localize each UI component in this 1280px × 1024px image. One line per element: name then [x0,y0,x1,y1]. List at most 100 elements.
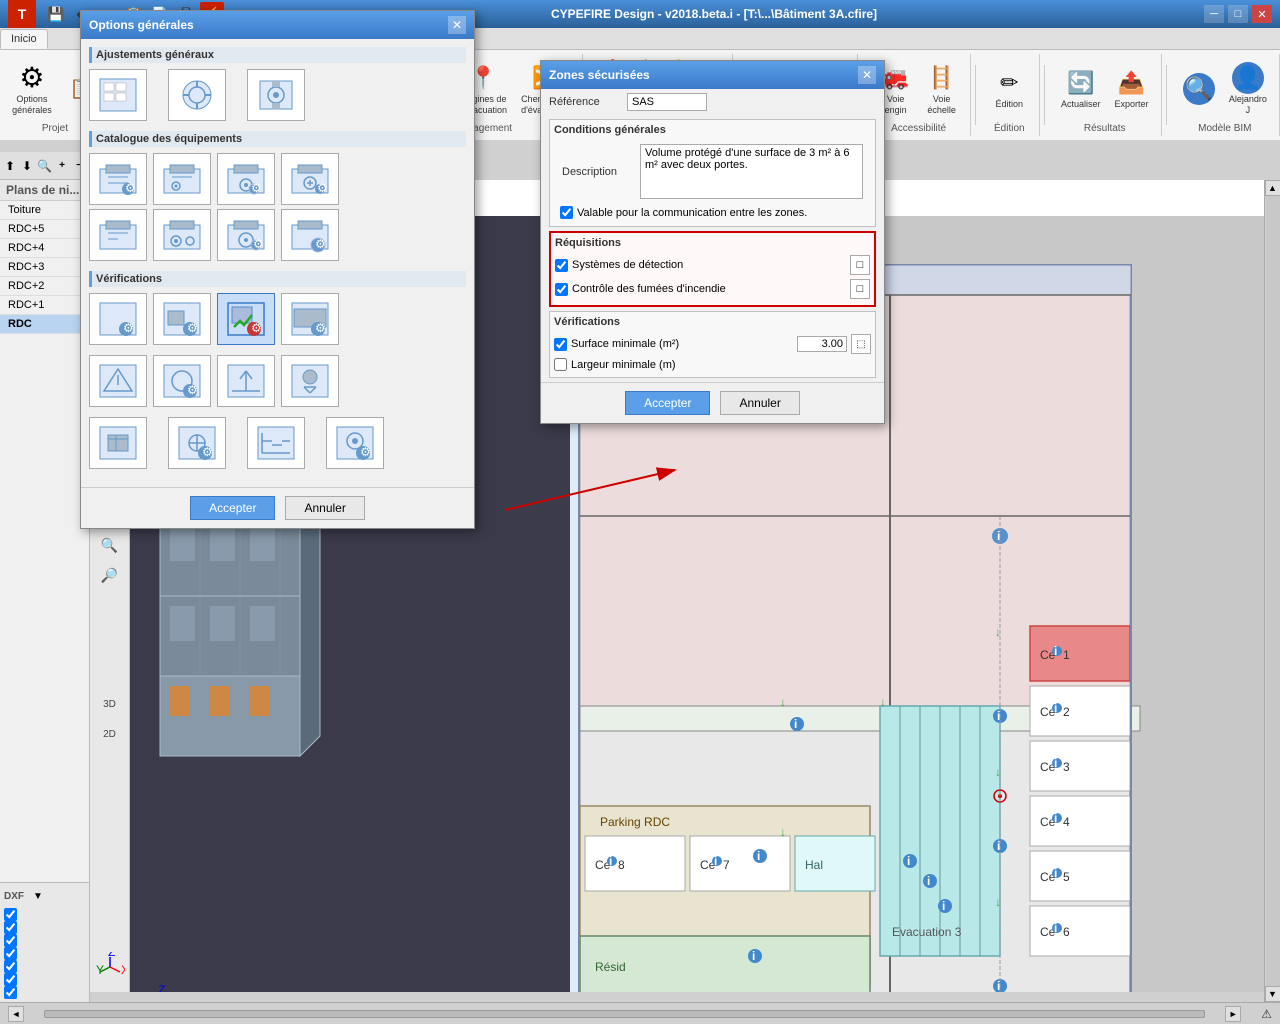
lt-zoom-in-btn[interactable]: 🔍 [94,531,126,559]
resultats-label: Résultats [1084,123,1126,134]
bim-search-icon: 🔍 [1183,73,1215,105]
lt-2d-btn[interactable]: 2D [94,721,126,749]
mt-up-btn[interactable]: ⬆ [2,156,18,176]
svg-text:i: i [927,874,930,888]
ver-tile-9[interactable] [89,417,147,469]
options-annuler-btn[interactable]: Annuler [285,496,364,520]
ver-tile-11[interactable] [247,417,305,469]
voie-echelle-btn[interactable]: 🪜 Voieéchelle [921,59,963,119]
dxf-cb4[interactable] [4,947,17,960]
dialog-options-titlebar[interactable]: Options générales ✕ [81,11,474,39]
ver-tile-10[interactable]: ⚙ [168,417,226,469]
req1-checkbox[interactable] [555,259,568,272]
cat-tile-4[interactable]: ⚙ [281,153,339,205]
req2-checkbox[interactable] [555,283,568,296]
floor-rdc1[interactable]: RDC+1 [0,296,89,315]
lt-zoom-out-btn[interactable]: 🔎 [94,561,126,589]
ajust-tile-2[interactable] [168,69,226,121]
dialog-zones-titlebar[interactable]: Zones sécurisées ✕ [541,61,884,89]
bim-label: Modèle BIM [1198,123,1251,134]
mt-down-btn[interactable]: ⬇ [19,156,35,176]
lt-3d-btn[interactable]: 3D [94,691,126,719]
description-textarea[interactable]: Volume protégé d'une surface de 3 m² à 6… [640,144,863,199]
right-scrollbar[interactable]: ▲ ▼ [1264,180,1280,1002]
cat-tile-1[interactable]: ⚙ [89,153,147,205]
dxf-cb1[interactable] [4,908,17,921]
ver-tile-7[interactable] [217,355,275,407]
cat-tile-7[interactable]: ⚙ [217,209,275,261]
ver-tile-2[interactable]: ⚙ [153,293,211,345]
bim-search-btn[interactable]: 🔍 [1178,70,1220,108]
ver-tile-12[interactable]: ⚙ [326,417,384,469]
options-generales-btn[interactable]: ⚙ Optionsgénérales [7,59,57,119]
dialog-zones-close[interactable]: ✕ [858,66,876,84]
req2-btn[interactable]: □ [850,279,870,299]
floor-rdc[interactable]: RDC [0,315,89,334]
floor-rdc3[interactable]: RDC+3 [0,258,89,277]
options-accepter-btn[interactable]: Accepter [190,496,275,520]
user-label: AlejandroJ [1229,94,1267,116]
ver-tile-8[interactable] [281,355,339,407]
dialog-options-close[interactable]: ✕ [448,16,466,34]
zones-annuler-btn[interactable]: Annuler [720,391,799,415]
ver-tile-1[interactable]: ⚙ [89,293,147,345]
ajust-tile-1[interactable] [89,69,147,121]
xyz-indicator: X Y Z [91,948,129,988]
cat-tile-8[interactable]: ⚙ [281,209,339,261]
cat-tile-3[interactable]: ⚙ [217,153,275,205]
reference-input[interactable] [627,93,707,111]
voie-echelle-icon: 🪜 [926,62,958,94]
verif2-checkbox[interactable] [554,358,567,371]
status-left-btn[interactable]: ◄ [8,1006,24,1022]
dxf-cb3[interactable] [4,934,17,947]
cat-tile-2[interactable] [153,153,211,205]
mt-add-btn[interactable]: + [54,156,70,176]
svg-text:i: i [1054,644,1057,658]
tab-home[interactable]: Inicio [0,29,48,49]
maximize-btn[interactable]: □ [1228,5,1248,23]
ajust-tile-3[interactable] [247,69,305,121]
dxf-cb2[interactable] [4,921,17,934]
save-btn[interactable]: 💾 [44,2,68,26]
scroll-up-btn[interactable]: ▲ [1265,180,1280,196]
svg-text:i: i [1054,921,1057,935]
mt-zoom-btn[interactable]: 🔍 [36,156,53,176]
minimize-btn[interactable]: ─ [1204,5,1224,23]
dxf-menu-btn[interactable]: ▼ [28,886,48,906]
verif1-copy-btn[interactable]: ⬚ [851,334,871,354]
floor-toiture[interactable]: Toiture [0,201,89,220]
cat-tile-5[interactable] [89,209,147,261]
edition-section-label: Édition [994,123,1025,134]
floor-rdc4[interactable]: RDC+4 [0,239,89,258]
bottom-scrollbar[interactable] [44,1010,1205,1018]
ver-tile-3[interactable]: ⚙ [217,293,275,345]
edition-btn[interactable]: ✏ Édition [988,64,1030,113]
dxf-cb6[interactable] [4,973,17,986]
dialog-zones-title: Zones sécurisées [549,68,650,82]
dxf-cb7[interactable] [4,986,17,999]
ver-tile-4[interactable]: ⚙ [281,293,339,345]
close-btn[interactable]: ✕ [1252,5,1272,23]
actualiser-btn[interactable]: 🔄 Actualiser [1056,64,1106,113]
dxf-cb5[interactable] [4,960,17,973]
app-menu-btn[interactable]: T [8,0,36,28]
ver-tile-6[interactable]: ⚙ [153,355,211,407]
verifications-title: Vérifications [554,316,871,328]
description-label: Description [562,166,632,178]
floor-list-title[interactable]: Plans de ni... [0,180,89,201]
floor-rdc2[interactable]: RDC+2 [0,277,89,296]
exporter-btn[interactable]: 📤 Exporter [1109,64,1153,113]
floor-rdc5[interactable]: RDC+5 [0,220,89,239]
actualiser-icon: 🔄 [1065,67,1097,99]
verif1-checkbox[interactable] [554,338,567,351]
ver-tile-5[interactable] [89,355,147,407]
status-right-btn[interactable]: ► [1225,1006,1241,1022]
verif1-value[interactable] [797,336,847,352]
cat-tile-6[interactable] [153,209,211,261]
scroll-down-btn[interactable]: ▼ [1265,986,1280,1002]
zones-accepter-btn[interactable]: Accepter [625,391,710,415]
user-profile-btn[interactable]: 👤 AlejandroJ [1224,59,1272,119]
scroll-track[interactable] [1266,196,1280,986]
valable-checkbox[interactable] [560,206,573,219]
req1-btn[interactable]: □ [850,255,870,275]
